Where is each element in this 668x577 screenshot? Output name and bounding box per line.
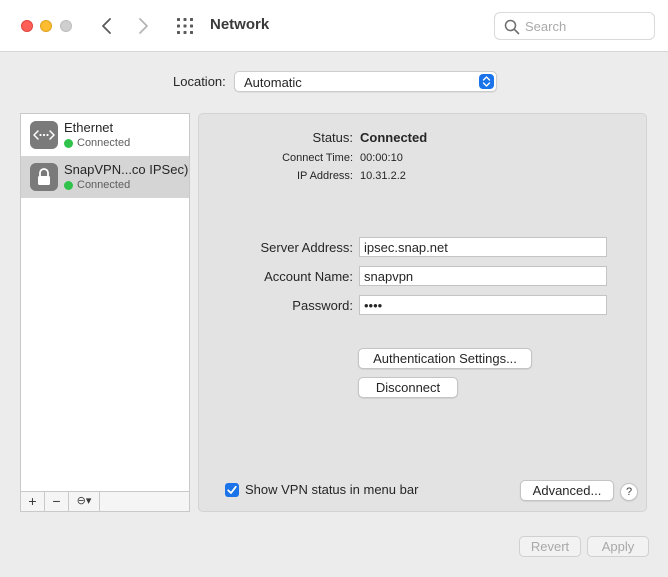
revert-button[interactable]: Revert bbox=[519, 536, 581, 557]
search-field[interactable] bbox=[494, 12, 655, 40]
connected-status-dot-icon bbox=[64, 181, 73, 190]
help-button[interactable]: ? bbox=[620, 483, 638, 501]
apply-button[interactable]: Apply bbox=[587, 536, 649, 557]
chevron-left-icon bbox=[102, 18, 111, 34]
remove-service-button[interactable]: − bbox=[45, 492, 69, 511]
close-window-button[interactable] bbox=[21, 20, 33, 32]
service-status: Connected bbox=[64, 179, 130, 191]
action-menu-button[interactable]: ⊖▾ bbox=[69, 492, 100, 511]
ip-address-label: IP Address: bbox=[296, 170, 353, 182]
chevron-right-icon bbox=[139, 18, 148, 34]
add-service-button[interactable]: + bbox=[21, 492, 45, 511]
account-name-label: Account Name: bbox=[264, 269, 353, 284]
zoom-window-button[interactable] bbox=[60, 20, 72, 32]
ethernet-icon bbox=[30, 121, 58, 149]
status-label: Status: bbox=[312, 130, 353, 145]
location-label: Location: bbox=[173, 74, 226, 89]
checkmark-icon bbox=[227, 485, 237, 494]
location-value: Automatic bbox=[244, 75, 302, 90]
advanced-button[interactable]: Advanced... bbox=[520, 480, 614, 501]
service-name: SnapVPN...co IPSec) bbox=[64, 162, 189, 177]
forward-button[interactable] bbox=[132, 14, 154, 38]
status-value: Connected bbox=[360, 130, 428, 145]
service-list-toolbar: + − ⊖▾ bbox=[21, 491, 189, 511]
minimize-window-button[interactable] bbox=[40, 20, 52, 32]
service-status-text: Connected bbox=[77, 179, 131, 191]
account-name-field[interactable] bbox=[359, 266, 607, 286]
service-list: Ethernet Connected SnapVPN...co IPSec) C… bbox=[20, 113, 190, 512]
lock-icon bbox=[30, 163, 58, 191]
connected-status-dot-icon bbox=[64, 139, 73, 148]
ip-address-value: 10.31.2.2 bbox=[360, 170, 406, 182]
title-bar: Network bbox=[0, 0, 668, 52]
show-vpn-status-checkbox[interactable] bbox=[225, 483, 239, 497]
password-field[interactable] bbox=[359, 295, 607, 315]
popup-stepper-icon bbox=[479, 74, 494, 89]
password-label: Password: bbox=[292, 298, 353, 313]
service-item-ethernet[interactable]: Ethernet Connected bbox=[21, 114, 189, 156]
window-title: Network bbox=[210, 16, 270, 33]
grid-icon bbox=[177, 18, 193, 34]
service-status-text: Connected bbox=[77, 137, 131, 149]
service-status: Connected bbox=[64, 137, 130, 149]
location-select[interactable]: Automatic bbox=[234, 71, 497, 92]
server-address-label: Server Address: bbox=[260, 240, 354, 255]
service-item-snapvpn[interactable]: SnapVPN...co IPSec) Connected bbox=[21, 156, 189, 198]
service-name: Ethernet bbox=[64, 120, 114, 135]
show-all-button[interactable] bbox=[176, 17, 194, 35]
authentication-settings-button[interactable]: Authentication Settings... bbox=[358, 348, 532, 369]
connect-time-value: 00:00:10 bbox=[360, 152, 403, 164]
server-address-field[interactable] bbox=[359, 237, 607, 257]
search-icon bbox=[504, 19, 520, 35]
connect-time-label: Connect Time: bbox=[282, 152, 353, 164]
show-vpn-status-label: Show VPN status in menu bar bbox=[245, 482, 419, 497]
disconnect-button[interactable]: Disconnect bbox=[358, 377, 458, 398]
back-button[interactable] bbox=[96, 14, 118, 38]
search-input[interactable] bbox=[525, 17, 649, 36]
vpn-detail-panel: Status: Connected Connect Time: 00:00:10… bbox=[198, 113, 647, 512]
